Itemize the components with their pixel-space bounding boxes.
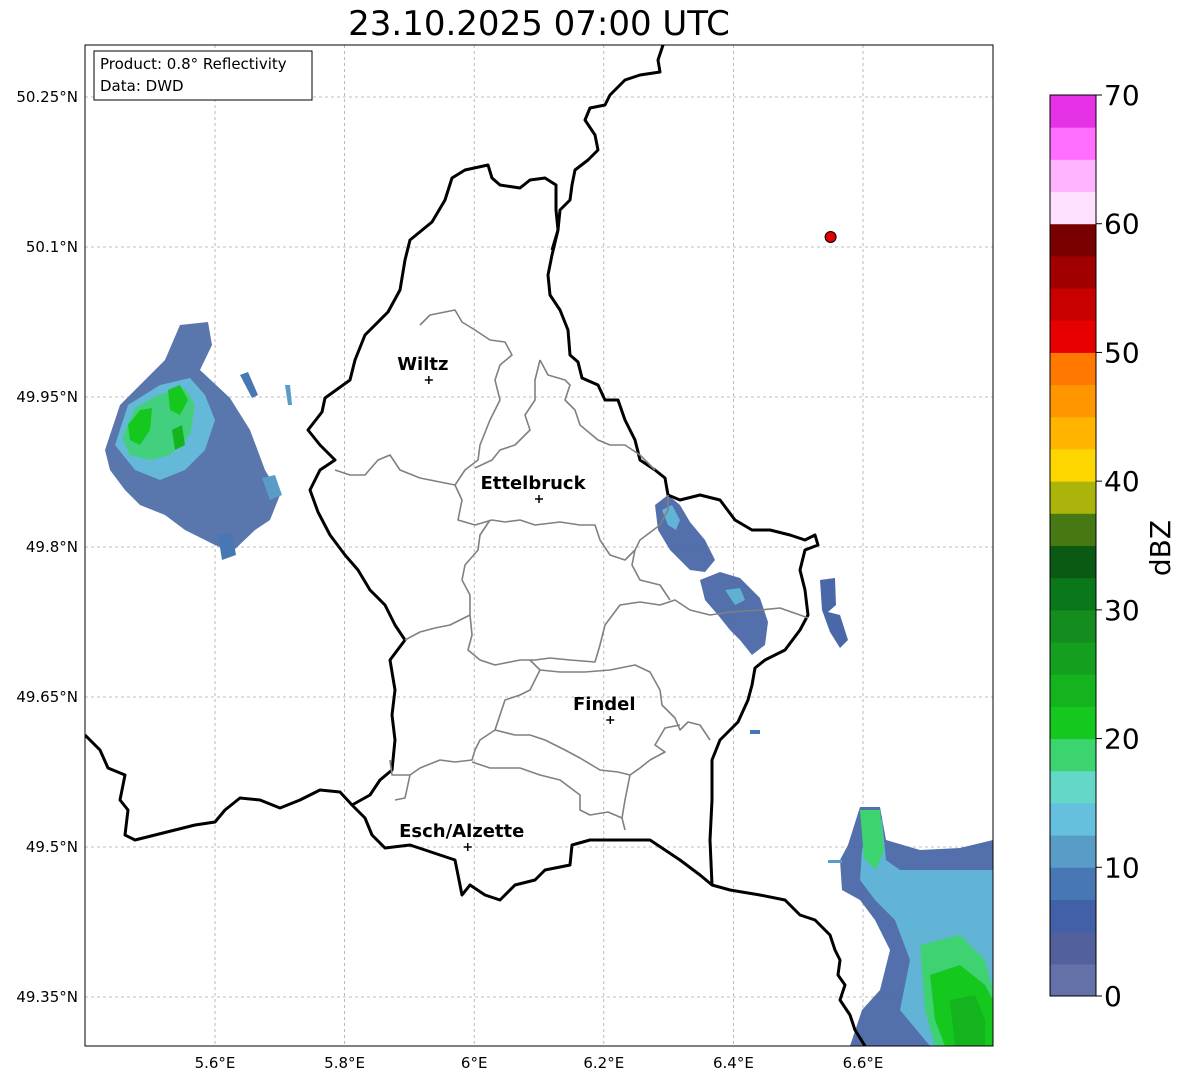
y-tick-label: 49.5°N bbox=[26, 838, 78, 856]
y-tick-label: 49.35°N bbox=[16, 988, 78, 1006]
city-label: Wiltz bbox=[397, 354, 448, 375]
x-tick-label: 6.4°E bbox=[713, 1054, 754, 1072]
x-tick-label: 6.2°E bbox=[583, 1054, 624, 1072]
city-label: Findel bbox=[573, 694, 636, 715]
colorbar-segment bbox=[1050, 255, 1096, 289]
info-product: Product: 0.8° Reflectivity bbox=[100, 55, 287, 73]
colorbar-segment bbox=[1050, 481, 1096, 514]
colorbar-tick-label: 50 bbox=[1104, 336, 1140, 369]
colorbar-segment bbox=[1050, 288, 1096, 321]
colorbar-tick-label: 0 bbox=[1104, 980, 1122, 1013]
colorbar-segment bbox=[1050, 545, 1096, 579]
colorbar-segment bbox=[1050, 448, 1096, 482]
colorbar-segment bbox=[1050, 320, 1096, 353]
x-tick-label: 6.6°E bbox=[843, 1054, 884, 1072]
colorbar-segment bbox=[1050, 513, 1096, 546]
latitude-tick-labels: 50.25°N 50.1°N 49.95°N 49.8°N 49.65°N 49.5°N 4… bbox=[16, 88, 78, 1006]
colorbar-tick-label: 70 bbox=[1104, 79, 1140, 112]
info-source: Data: DWD bbox=[100, 77, 184, 95]
colorbar-segment bbox=[1050, 963, 1096, 997]
colorbar-segment bbox=[1050, 835, 1096, 868]
colorbar-segment bbox=[1050, 674, 1096, 707]
colorbar-segment bbox=[1050, 352, 1096, 386]
y-tick-label: 49.95°N bbox=[16, 388, 78, 406]
radar-map-figure: WiltzEttelbruckFindelEsch/Alzette 5.6°E 5… bbox=[16, 44, 1177, 1072]
colorbar-segment bbox=[1050, 223, 1096, 257]
colorbar-segment bbox=[1050, 867, 1096, 900]
colorbar-segment bbox=[1050, 159, 1096, 193]
city-label: Esch/Alzette bbox=[399, 821, 524, 842]
y-tick-label: 50.25°N bbox=[16, 88, 78, 106]
colorbar-segment bbox=[1050, 770, 1096, 804]
colorbar-tick-label: 40 bbox=[1104, 465, 1140, 498]
colorbar-tick-label: 10 bbox=[1104, 851, 1140, 884]
colorbar-tick-label: 30 bbox=[1104, 594, 1140, 627]
y-tick-label: 49.65°N bbox=[16, 688, 78, 706]
x-tick-label: 5.8°E bbox=[324, 1054, 365, 1072]
colorbar-segment bbox=[1050, 642, 1096, 675]
city-label: Ettelbruck bbox=[480, 473, 586, 494]
colorbar-segment bbox=[1050, 899, 1096, 933]
y-tick-label: 49.8°N bbox=[26, 538, 78, 556]
colorbar-segment bbox=[1050, 931, 1096, 965]
colorbar: 0 10 20 30 40 50 60 70 bbox=[1049, 79, 1140, 1013]
colorbar-segment bbox=[1050, 802, 1096, 836]
radar-site-marker bbox=[824, 231, 837, 243]
colorbar-segment bbox=[1050, 416, 1096, 450]
x-tick-label: 5.6°E bbox=[195, 1054, 236, 1072]
y-tick-label: 50.1°N bbox=[26, 238, 78, 256]
colorbar-segment bbox=[1050, 577, 1096, 611]
colorbar-segment bbox=[1050, 384, 1096, 418]
x-tick-label: 6°E bbox=[461, 1054, 488, 1072]
colorbar-segment bbox=[1050, 127, 1096, 160]
colorbar-tick-label: 60 bbox=[1104, 208, 1140, 241]
colorbar-tick-label: 20 bbox=[1104, 723, 1140, 756]
colorbar-segment bbox=[1050, 191, 1096, 225]
longitude-tick-labels: 5.6°E 5.8°E 6°E 6.2°E 6.4°E 6.6°E bbox=[195, 1054, 884, 1072]
colorbar-segment bbox=[1050, 738, 1096, 772]
colorbar-segment bbox=[1050, 706, 1096, 740]
info-box: Product: 0.8° Reflectivity Data: DWD bbox=[93, 50, 313, 101]
colorbar-label: dBZ bbox=[1144, 520, 1177, 576]
colorbar-segment bbox=[1050, 95, 1096, 128]
colorbar-segment bbox=[1050, 609, 1096, 643]
